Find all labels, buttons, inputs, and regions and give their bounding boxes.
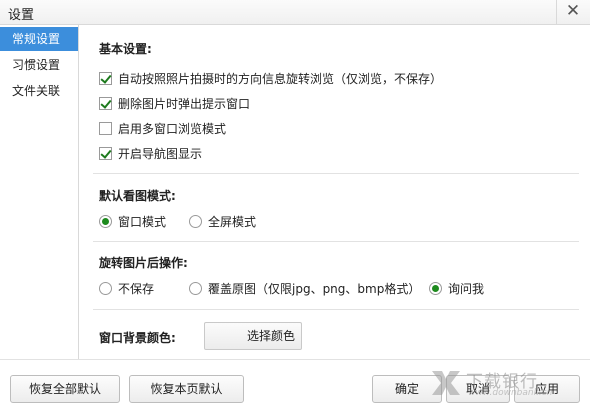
option-navigator[interactable]: 开启导航图显示 (99, 145, 202, 161)
close-icon[interactable]: ✕ (564, 2, 582, 20)
option-fullscreen-mode[interactable]: 全屏模式 (189, 213, 256, 229)
basic-settings-heading: 基本设置: (99, 42, 152, 56)
window-title: 设置 (8, 8, 35, 23)
delete-prompt-checkbox[interactable] (99, 96, 112, 110)
settings-panel: 基本设置: 自动按照照片拍摄时的方向信息旋转浏览（仅浏览，不保存） 删除图片时弹… (79, 25, 590, 359)
sidebar: 常规设置 习惯设置 文件关联 (0, 25, 79, 359)
choose-color-button[interactable]: 选择颜色 (204, 322, 302, 350)
ok-button[interactable]: 确定 (372, 375, 442, 403)
restore-all-defaults-button[interactable]: 恢复全部默认 (10, 375, 120, 403)
auto-rotate-checkbox[interactable] (99, 71, 112, 85)
multi-window-label: 启用多窗口浏览模式 (118, 121, 227, 136)
sidebar-item-general[interactable]: 常规设置 (0, 27, 78, 51)
dont-save-radio[interactable] (99, 281, 112, 295)
option-auto-rotate[interactable]: 自动按照照片拍摄时的方向信息旋转浏览（仅浏览，不保存） (99, 70, 442, 86)
titlebar-divider (556, 0, 557, 24)
option-ask-me[interactable]: 询问我 (429, 280, 484, 296)
sidebar-item-habits[interactable]: 习惯设置 (0, 53, 78, 77)
apply-button[interactable]: 应用 (514, 375, 580, 403)
restore-page-defaults-button[interactable]: 恢复本页默认 (129, 375, 244, 403)
fullscreen-mode-radio[interactable] (189, 214, 202, 228)
view-mode-heading: 默认看图模式: (99, 189, 176, 203)
option-overwrite[interactable]: 覆盖原图（仅限jpg、png、bmp格式） (189, 280, 420, 296)
window-mode-label: 窗口模式 (118, 214, 167, 229)
navigator-checkbox[interactable] (99, 146, 112, 160)
dont-save-label: 不保存 (118, 281, 155, 296)
rotate-action-heading: 旋转图片后操作: (99, 256, 188, 270)
section-divider (93, 309, 579, 310)
navigator-label: 开启导航图显示 (118, 146, 203, 161)
section-divider (93, 173, 579, 174)
option-window-mode[interactable]: 窗口模式 (99, 213, 166, 229)
ask-me-radio[interactable] (429, 281, 442, 295)
fullscreen-mode-label: 全屏模式 (208, 214, 257, 229)
ask-me-label: 询问我 (448, 281, 485, 296)
title-bar: 设置 ✕ (0, 0, 590, 25)
cancel-button[interactable]: 取消 (446, 375, 510, 403)
delete-prompt-label: 删除图片时弹出提示窗口 (118, 96, 251, 111)
section-divider (93, 241, 579, 242)
option-multi-window[interactable]: 启用多窗口浏览模式 (99, 120, 226, 136)
option-delete-prompt[interactable]: 删除图片时弹出提示窗口 (99, 95, 250, 111)
sidebar-item-file-association[interactable]: 文件关联 (0, 79, 78, 103)
footer-bar: 恢复全部默认 恢复本页默认 确定 取消 应用 (0, 359, 590, 409)
overwrite-label: 覆盖原图（仅限jpg、png、bmp格式） (208, 281, 421, 296)
option-dont-save[interactable]: 不保存 (99, 280, 154, 296)
overwrite-radio[interactable] (189, 281, 202, 295)
background-color-heading: 窗口背景颜色: (99, 331, 176, 345)
auto-rotate-label: 自动按照照片拍摄时的方向信息旋转浏览（仅浏览，不保存） (118, 71, 443, 86)
window-mode-radio[interactable] (99, 214, 112, 228)
multi-window-checkbox[interactable] (99, 121, 112, 135)
